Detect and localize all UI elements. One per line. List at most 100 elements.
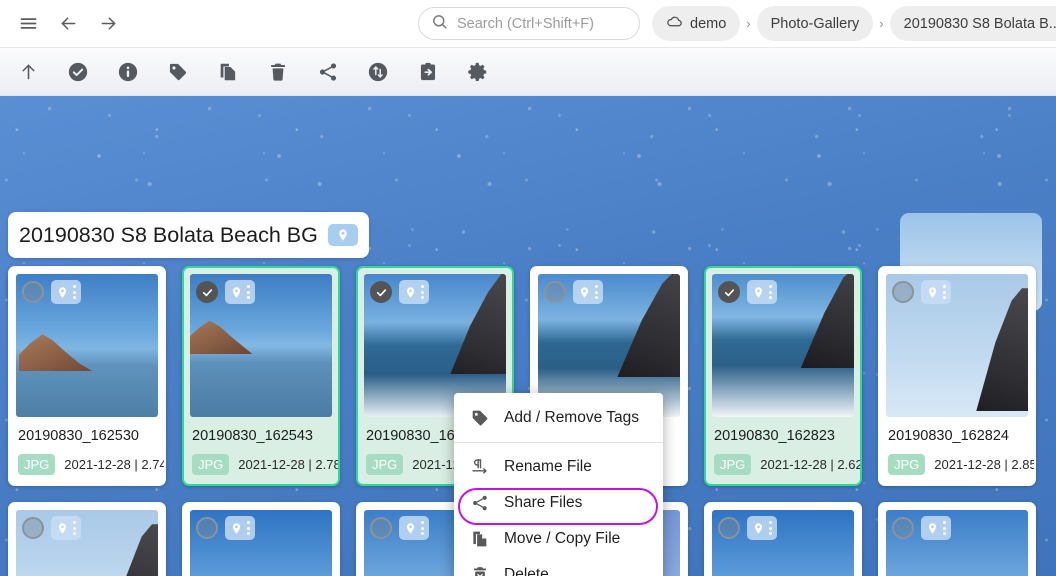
card-pill-controls (225, 280, 255, 304)
folder-title-card: 20190830 S8 Bolata Beach BG (8, 212, 369, 258)
menu-item-add-remove-tags[interactable]: Add / Remove Tags (454, 400, 663, 436)
photo-card[interactable] (182, 502, 340, 576)
share-button[interactable] (310, 54, 346, 90)
breadcrumb-item-demo[interactable]: demo (652, 6, 740, 41)
context-menu: Add / Remove Tags Rename FileShare Files M… (454, 393, 663, 576)
breadcrumb-item-current-folder[interactable]: 20190830 S8 Bolata B... (890, 6, 1056, 41)
card-overlay-controls (718, 516, 777, 540)
photo-date-size: 2021-12-28 | 2.85 l (934, 457, 1034, 472)
location-pin-icon[interactable] (56, 286, 69, 299)
search-bar[interactable] (418, 7, 640, 40)
kebab-menu-icon[interactable] (247, 521, 250, 535)
location-pin-icon[interactable] (926, 522, 939, 535)
kebab-menu-icon[interactable] (943, 285, 946, 299)
photo-thumbnail[interactable] (190, 274, 332, 417)
photo-thumbnail[interactable] (886, 274, 1028, 417)
settings-button[interactable] (460, 54, 496, 90)
menu-item-rename-file[interactable]: Rename File (454, 449, 663, 485)
checkbox-circle-icon[interactable] (718, 517, 740, 539)
photo-thumbnail[interactable] (190, 510, 332, 576)
breadcrumb-label: demo (690, 16, 726, 32)
card-pill-controls (573, 280, 603, 304)
card-overlay-controls (892, 516, 951, 540)
kebab-menu-icon[interactable] (73, 521, 76, 535)
copy-file-icon (470, 529, 490, 549)
file-type-badge: JPG (714, 454, 751, 475)
checkbox-checked-icon[interactable] (370, 281, 392, 303)
photo-file-name: 20190830_162823 (706, 417, 860, 444)
checkbox-circle-icon[interactable] (370, 517, 392, 539)
kebab-menu-icon[interactable] (247, 285, 250, 299)
kebab-menu-icon[interactable] (421, 285, 424, 299)
location-pin-icon[interactable] (328, 224, 358, 246)
location-pin-icon[interactable] (926, 286, 939, 299)
card-pill-controls (399, 280, 429, 304)
checkbox-circle-icon[interactable] (22, 281, 44, 303)
card-overlay-controls (196, 280, 255, 304)
photo-card[interactable]: 20190830_162823 JPG 2021-12-28 | 2.62 l (704, 266, 862, 486)
menu-item-move-copy-file[interactable]: Move / Copy File (454, 521, 663, 557)
photo-card[interactable] (878, 502, 1036, 576)
photo-date-size: 2021-12-28 | 2.74 l (64, 457, 164, 472)
photo-card[interactable]: 20190830_162543JPG2021-12-28 | 2.78 l (182, 266, 340, 486)
card-overlay-controls (370, 280, 429, 304)
photo-card[interactable]: 20190830_162824JPG2021-12-28 | 2.85 l (878, 266, 1036, 486)
cloud-icon (666, 13, 683, 34)
copy-button[interactable] (210, 54, 246, 90)
photo-meta-row: JPG2021-12-28 | 2.85 l (880, 444, 1034, 484)
photo-thumbnail[interactable] (712, 274, 854, 417)
location-pin-icon[interactable] (752, 286, 765, 299)
menu-item-share-files[interactable]: Share Files (454, 485, 663, 521)
photo-date-size: 2021-12-28 | 2.62 l (760, 457, 860, 472)
select-all-button[interactable] (60, 54, 96, 90)
info-button[interactable] (110, 54, 146, 90)
tags-button[interactable] (160, 54, 196, 90)
photo-file-name: 20190830_162824 (880, 417, 1034, 444)
checkbox-circle-icon[interactable] (544, 281, 566, 303)
arrow-back-icon[interactable] (50, 6, 86, 42)
search-input[interactable] (457, 16, 627, 32)
breadcrumb: demo › Photo-Gallery › 20190830 S8 Bolat… (652, 6, 1056, 41)
checkbox-circle-icon[interactable] (196, 517, 218, 539)
checkbox-checked-icon[interactable] (718, 281, 740, 303)
photo-card[interactable]: 20190830_162530JPG2021-12-28 | 2.74 l (8, 266, 166, 486)
kebab-menu-icon[interactable] (73, 285, 76, 299)
photo-thumbnail[interactable] (16, 510, 158, 576)
kebab-menu-icon[interactable] (769, 521, 772, 535)
photo-thumbnail[interactable] (16, 274, 158, 417)
kebab-menu-icon[interactable] (595, 285, 598, 299)
hamburger-menu-icon[interactable] (10, 6, 46, 42)
card-overlay-controls (892, 280, 951, 304)
location-pin-icon[interactable] (56, 522, 69, 535)
location-pin-icon[interactable] (404, 522, 417, 535)
checkbox-circle-icon[interactable] (892, 517, 914, 539)
checkbox-checked-icon[interactable] (196, 281, 218, 303)
checkbox-circle-icon[interactable] (892, 281, 914, 303)
upload-button[interactable] (10, 54, 46, 90)
breadcrumb-separator: › (873, 16, 889, 31)
photo-card[interactable] (8, 502, 166, 576)
photo-thumbnail[interactable] (886, 510, 1028, 576)
location-pin-icon[interactable] (578, 286, 591, 299)
menu-divider (454, 442, 663, 443)
location-pin-icon[interactable] (404, 286, 417, 299)
arrow-forward-icon[interactable] (90, 6, 126, 42)
sync-button[interactable] (360, 54, 396, 90)
file-type-badge: JPG (366, 454, 403, 475)
file-type-badge: JPG (18, 454, 55, 475)
photo-thumbnail[interactable] (712, 510, 854, 576)
location-pin-icon[interactable] (230, 522, 243, 535)
location-pin-icon[interactable] (230, 286, 243, 299)
photo-card[interactable] (704, 502, 862, 576)
breadcrumb-label: 20190830 S8 Bolata B... (904, 16, 1056, 32)
location-pin-icon[interactable] (752, 522, 765, 535)
menu-item-delete[interactable]: Delete (454, 557, 663, 576)
delete-button[interactable] (260, 54, 296, 90)
breadcrumb-item-photo-gallery[interactable]: Photo-Gallery (757, 6, 874, 41)
move-button[interactable] (410, 54, 446, 90)
menu-item-label: Move / Copy File (504, 530, 620, 548)
checkbox-circle-icon[interactable] (22, 517, 44, 539)
kebab-menu-icon[interactable] (943, 521, 946, 535)
kebab-menu-icon[interactable] (769, 285, 772, 299)
kebab-menu-icon[interactable] (421, 521, 424, 535)
